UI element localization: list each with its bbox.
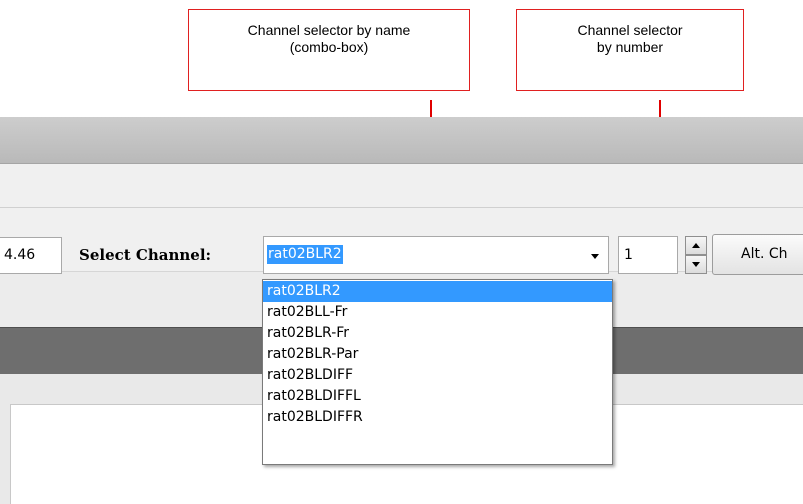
- menu-bar: [0, 164, 803, 208]
- dropdown-option[interactable]: rat02BLL-Fr: [263, 302, 612, 323]
- select-channel-label: Select Channel:: [79, 246, 212, 264]
- dropdown-option[interactable]: rat02BLR2: [263, 281, 612, 302]
- chevron-down-icon[interactable]: [591, 254, 599, 259]
- dropdown-option[interactable]: rat02BLDIFFR: [263, 407, 612, 428]
- channel-combo-box[interactable]: rat02BLR2: [263, 236, 609, 274]
- dropdown-option[interactable]: rat02BLDIFFL: [263, 386, 612, 407]
- channel-combo-value[interactable]: rat02BLR2: [267, 245, 343, 264]
- dropdown-option[interactable]: rat02BLR-Fr: [263, 323, 612, 344]
- channel-number-input[interactable]: 1: [618, 236, 678, 274]
- dropdown-option[interactable]: rat02BLDIFF: [263, 365, 612, 386]
- channel-number-value: 1: [624, 247, 633, 263]
- spin-down-button[interactable]: [685, 255, 707, 274]
- previous-value-text: 4.46: [4, 247, 36, 263]
- previous-value-field[interactable]: 4.46: [0, 237, 62, 274]
- callout-channel-by-number: Channel selector by number: [516, 9, 744, 91]
- alt-channel-button[interactable]: Alt. Ch: [712, 234, 803, 275]
- channel-dropdown-list: rat02BLR2 rat02BLL-Fr rat02BLR-Fr rat02B…: [262, 279, 613, 465]
- arrow-down-icon: [692, 262, 700, 267]
- spin-up-button[interactable]: [685, 236, 707, 255]
- dropdown-option[interactable]: rat02BLR-Par: [263, 344, 612, 365]
- alt-channel-button-label: Alt. Ch: [741, 246, 788, 262]
- callout-channel-by-name: Channel selector by name (combo-box): [188, 9, 470, 91]
- window-title-bar: [0, 117, 803, 164]
- arrow-up-icon: [692, 243, 700, 248]
